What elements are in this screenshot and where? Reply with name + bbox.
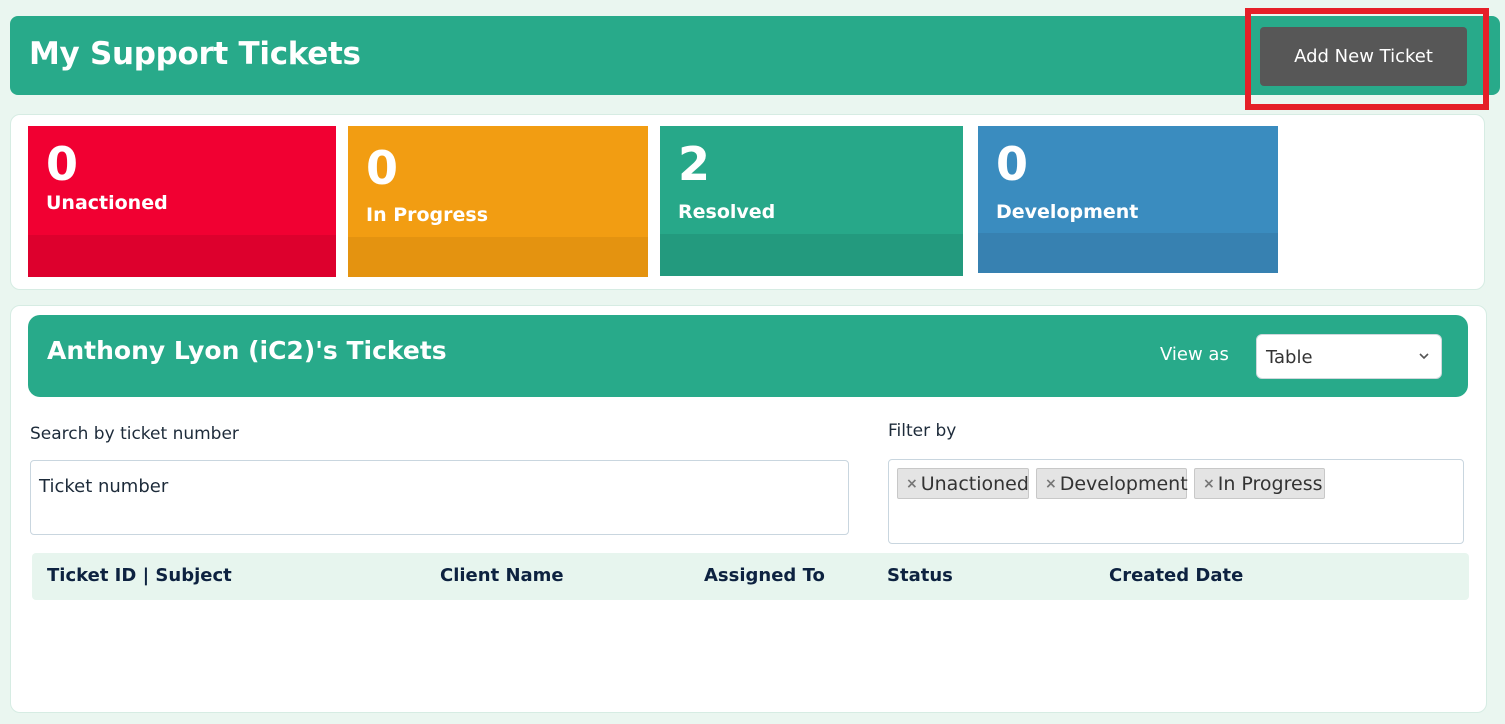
column-header-ticket-id[interactable]: Ticket ID | Subject — [47, 565, 232, 586]
remove-chip-icon[interactable]: × — [1203, 476, 1215, 492]
filter-chip-label: Unactioned — [920, 472, 1029, 495]
remove-chip-icon[interactable]: × — [906, 476, 918, 492]
stat-count: 0 — [996, 137, 1029, 191]
view-as-select[interactable]: Table — [1256, 334, 1442, 379]
stat-card-footer — [28, 235, 336, 277]
page-title: My Support Tickets — [29, 36, 361, 72]
filter-label: Filter by — [888, 421, 957, 441]
add-new-ticket-button[interactable]: Add New Ticket — [1260, 27, 1467, 86]
tickets-header: Anthony Lyon (iC2)'s Tickets View as Tab… — [28, 315, 1468, 397]
stat-card-resolved[interactable]: 2 Resolved — [660, 126, 963, 276]
stat-card-development[interactable]: 0 Development — [978, 126, 1278, 273]
status-filter-multiselect[interactable]: × Unactioned × Development × In Progress — [888, 459, 1464, 544]
stat-card-footer — [978, 233, 1278, 273]
view-as-label: View as — [1160, 344, 1229, 365]
filter-chip-in-progress[interactable]: × In Progress — [1194, 468, 1325, 499]
column-header-created-date[interactable]: Created Date — [1109, 565, 1243, 586]
stat-count: 2 — [678, 137, 711, 191]
filter-chip-unactioned[interactable]: × Unactioned — [897, 468, 1029, 499]
stat-label: Development — [996, 201, 1139, 223]
stat-label: Unactioned — [46, 192, 168, 214]
stat-card-footer — [348, 237, 648, 277]
stat-card-unactioned[interactable]: 0 Unactioned — [28, 126, 336, 277]
stat-count: 0 — [366, 141, 399, 195]
tickets-title: Anthony Lyon (iC2)'s Tickets — [47, 336, 447, 365]
stat-label: Resolved — [678, 201, 776, 223]
column-header-status[interactable]: Status — [887, 565, 953, 586]
filter-chip-label: Development — [1059, 472, 1188, 495]
search-label: Search by ticket number — [30, 424, 239, 444]
column-header-assigned-to[interactable]: Assigned To — [704, 565, 825, 586]
chevron-down-icon — [1419, 353, 1429, 360]
ticket-search-input[interactable]: Ticket number — [30, 460, 849, 535]
stat-card-footer — [660, 234, 963, 276]
filter-chip-development[interactable]: × Development — [1036, 468, 1188, 499]
stat-card-in-progress[interactable]: 0 In Progress — [348, 126, 648, 277]
filter-chip-label: In Progress — [1217, 472, 1323, 495]
table-header-row: Ticket ID | Subject Client Name Assigned… — [32, 553, 1469, 600]
stat-label: In Progress — [366, 204, 489, 226]
view-as-selected-value: Table — [1266, 347, 1313, 368]
search-input-value: Ticket number — [39, 476, 169, 497]
stat-count: 0 — [46, 137, 79, 191]
remove-chip-icon[interactable]: × — [1045, 476, 1057, 492]
column-header-client-name[interactable]: Client Name — [440, 565, 564, 586]
